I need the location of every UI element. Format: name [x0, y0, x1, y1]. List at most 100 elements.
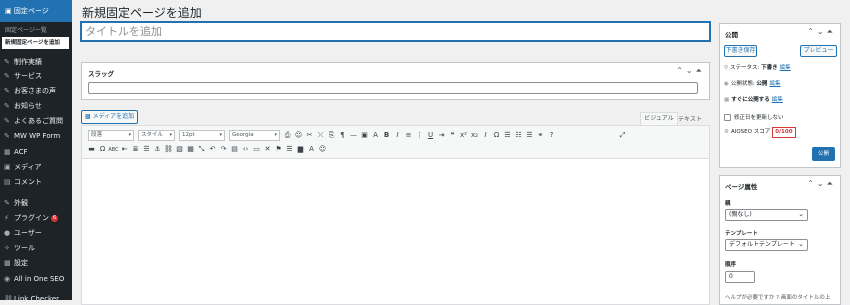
font-select[interactable]: Georgia — [229, 130, 280, 141]
bookmark-icon[interactable]: ⚑ — [273, 145, 284, 153]
pin-icon: ✎ — [4, 132, 10, 140]
superscript-icon[interactable]: x² — [458, 131, 469, 139]
italic2-icon[interactable]: I — [480, 131, 491, 139]
italic-icon[interactable]: I — [392, 131, 403, 139]
list-icon[interactable]: ≡ — [403, 131, 414, 139]
tab-text[interactable]: テキスト — [678, 114, 702, 123]
redo-icon[interactable]: ↷ — [218, 145, 229, 153]
print-icon[interactable]: ⎙ — [282, 131, 293, 140]
save-draft-button[interactable]: 下書き保存 — [724, 45, 757, 57]
sidebar-item-8[interactable]: ▤ コメント — [0, 175, 72, 189]
gallery-icon[interactable]: ▤ — [229, 145, 240, 153]
panel-arrows-icon[interactable]: ⌃⌄⏶ — [676, 66, 705, 76]
cut-icon[interactable]: ✂ — [304, 131, 315, 139]
code-icon[interactable]: ‹› — [240, 145, 251, 153]
number-list-icon[interactable]: ⋮ — [414, 131, 425, 139]
sidebar-item-4[interactable]: ✎ よくあるご質問 — [0, 114, 72, 128]
sidebar-item-2[interactable]: ✎ お客さまの声 — [0, 84, 72, 98]
abc-icon[interactable]: ABC — [108, 147, 119, 153]
sidebar-item-label: ACF — [14, 148, 28, 156]
pilcrow-icon[interactable]: ¶ — [337, 131, 348, 139]
align-justify-icon[interactable]: ≣ — [130, 145, 141, 153]
sidebar-item-9[interactable]: ✎ 外観 — [0, 196, 72, 210]
visibility-edit-link[interactable]: 編集 — [769, 81, 780, 87]
image-icon[interactable]: ▣ — [359, 131, 370, 139]
editor-toolbar: 段落 スタイル 12pt Georgia ⎙☺✂⤫⎘¶—▣ABI≡⋮U⇥❝x²x… — [82, 126, 709, 159]
sidebar-item-12[interactable]: ✧ ツール — [0, 241, 72, 255]
emoticon-icon[interactable]: ☺ — [293, 131, 304, 139]
x-icon[interactable]: ✕ — [262, 145, 273, 153]
template-select[interactable]: デフォルトテンプレート — [725, 239, 808, 251]
tab-visual[interactable]: ビジュアル — [640, 112, 678, 125]
remove-format-icon[interactable]: ⤫ — [315, 131, 326, 140]
bold-icon[interactable]: B — [381, 131, 392, 139]
align-right-icon[interactable]: ☰ — [524, 131, 535, 139]
no-update-checkbox[interactable] — [724, 114, 731, 121]
sidebar-item-13[interactable]: ▩ 設定 — [0, 256, 72, 270]
parent-select[interactable]: (親なし) — [725, 209, 808, 221]
format-select[interactable]: 段落 — [88, 130, 134, 141]
font-color-icon[interactable]: A — [306, 145, 317, 153]
table-icon[interactable]: ▦ — [185, 145, 196, 153]
fullscreen-icon[interactable]: ⤢ — [617, 131, 628, 140]
omega-icon[interactable]: Ω — [491, 131, 502, 139]
unlink-icon[interactable]: ⛓ — [163, 145, 174, 153]
smiley-icon[interactable]: ☺ — [317, 145, 328, 153]
keyboard-icon[interactable]: ▬ — [86, 145, 97, 153]
schedule-edit-link[interactable]: 編集 — [772, 97, 783, 103]
sidebar-item-pages[interactable]: ▣ 固定ページ — [0, 0, 72, 22]
page-attributes-title: ページ属性 — [725, 183, 758, 191]
sidebar-item-label: コメント — [14, 178, 42, 186]
status-edit-link[interactable]: 編集 — [780, 65, 791, 71]
omega-char-icon[interactable]: Ω — [97, 145, 108, 153]
hr-icon[interactable]: — — [348, 131, 359, 139]
preview-button[interactable]: プレビュー — [800, 45, 837, 57]
blockquote-icon[interactable]: ❝ — [447, 131, 458, 139]
sidebar-item-5[interactable]: ✎ MW WP Form — [0, 129, 72, 143]
align-full-icon[interactable]: ☰ — [141, 145, 152, 153]
link-icon[interactable]: ⚭ — [535, 131, 546, 139]
sidebar-sub-all-pages[interactable]: 固定ページ一覧 — [0, 25, 72, 34]
panel-arrows-icon[interactable]: ⌃⌄⏶ — [807, 179, 836, 189]
undo-icon[interactable]: ↶ — [207, 145, 218, 153]
toolbar-row-2: ▬ Ω ABC ⇤ ≣ ☰ ⚓ ⛓ ▧ ▦ ⤡ ↶ ↷ ▤ ‹› ▭ ✕ ⚑ ☰ ▆ A ☺ — [86, 145, 328, 154]
order-input[interactable]: 0 — [725, 271, 755, 283]
underline-icon[interactable]: U — [425, 131, 436, 139]
sidebar-item-6[interactable]: ▦ ACF — [0, 145, 72, 159]
editor[interactable]: 段落 スタイル 12pt Georgia ⎙☺✂⤫⎘¶—▣ABI≡⋮U⇥❝x²x… — [81, 125, 710, 305]
sidebar-item-label: サービス — [14, 72, 42, 80]
sidebar-item-3[interactable]: ✎ お知らせ — [0, 99, 72, 113]
publish-button[interactable]: 公開 — [812, 147, 835, 161]
highlight-icon[interactable]: ▆ — [295, 145, 306, 153]
indent-icon[interactable]: ⇥ — [436, 131, 447, 139]
size-select[interactable]: 12pt — [179, 130, 225, 141]
align-left-icon[interactable]: ☰ — [502, 131, 513, 139]
sidebar-item-10[interactable]: ⚡ プラグイン 6 — [0, 211, 72, 225]
subscript-icon[interactable]: x₂ — [469, 131, 480, 139]
panel-arrows-icon[interactable]: ⌃⌄⏶ — [807, 27, 836, 37]
block-icon[interactable]: ▭ — [251, 145, 262, 153]
add-media-button[interactable]: ▩ メディアを追加 — [81, 110, 139, 124]
sidebar-item-15[interactable]: ⛓Link Checker — [0, 292, 72, 300]
text-align-icon[interactable]: ☰ — [284, 145, 295, 153]
sidebar-item-7[interactable]: ▣ メディア — [0, 160, 72, 174]
title-input[interactable]: タイトルを追加 — [81, 22, 710, 41]
media-insert-icon[interactable]: ▧ — [174, 145, 185, 153]
help-icon[interactable]: ? — [546, 131, 557, 139]
anchor-icon[interactable]: ⚓ — [152, 145, 163, 153]
sidebar-item-1[interactable]: ✎ サービス — [0, 69, 72, 83]
align-center-icon[interactable]: ☷ — [513, 131, 524, 139]
status-row: ⚲ ステータス: 下書き 編集 — [724, 65, 791, 71]
indent-out-icon[interactable]: ⇤ — [119, 145, 130, 153]
sidebar-item-14[interactable]: ◉ All in One SEO — [0, 272, 72, 286]
color-icon[interactable]: A — [370, 131, 381, 139]
slug-input[interactable] — [88, 82, 698, 94]
resize-icon[interactable]: ⤡ — [196, 145, 207, 154]
sidebar-item-label: 設定 — [14, 259, 28, 267]
sidebar-item-0[interactable]: ✎ 制作実績 — [0, 55, 72, 69]
sidebar-item-11[interactable]: ● ユーザー — [0, 226, 72, 240]
sidebar-item-label: 制作実績 — [14, 58, 42, 66]
paste-icon[interactable]: ⎘ — [326, 131, 337, 140]
style-select[interactable]: スタイル — [138, 130, 175, 141]
sidebar-sub-add-new-page[interactable]: 新規固定ページを追加 — [2, 37, 69, 49]
